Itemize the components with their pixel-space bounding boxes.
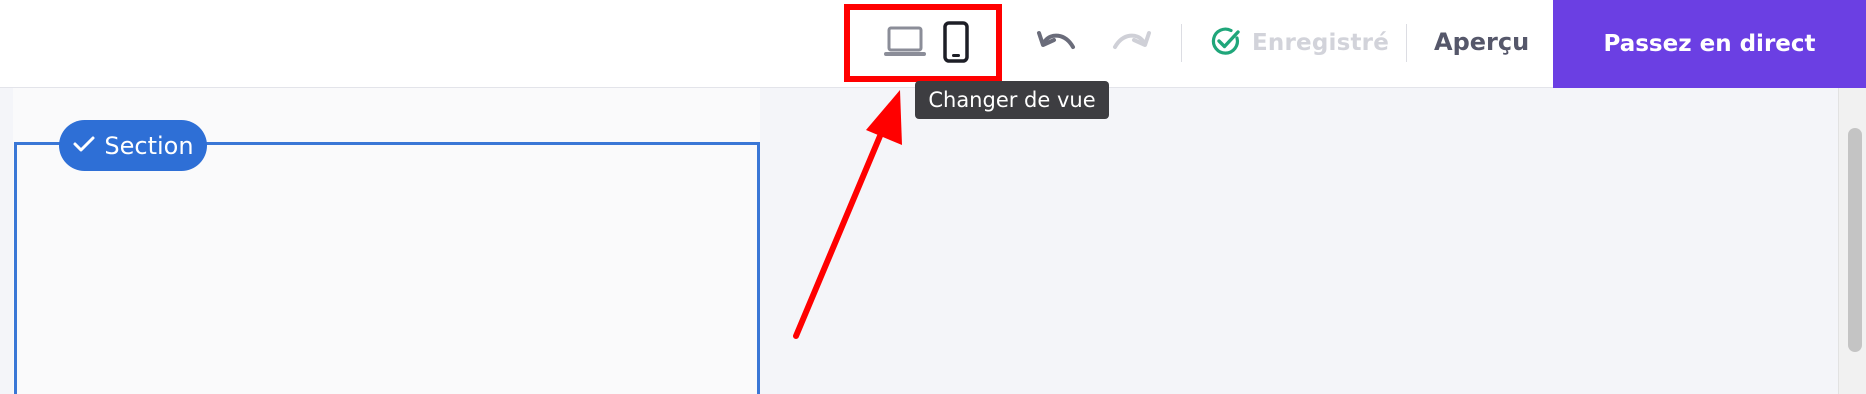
toolbar-divider <box>1181 24 1182 62</box>
desktop-view-button[interactable] <box>880 24 930 64</box>
undo-button[interactable] <box>1034 24 1078 64</box>
view-toggle-group <box>844 4 1002 82</box>
vertical-scrollbar[interactable] <box>1838 88 1866 394</box>
undo-icon <box>1035 27 1077 61</box>
section-badge-label: Section <box>104 131 194 160</box>
mobile-view-button[interactable] <box>938 21 974 67</box>
view-toggle-tooltip: Changer de vue <box>915 81 1109 119</box>
scrollbar-thumb[interactable] <box>1848 128 1862 352</box>
laptop-icon <box>882 25 928 63</box>
check-circle-icon <box>1210 25 1242 61</box>
check-icon <box>72 132 96 160</box>
preview-button[interactable]: Aperçu <box>1434 22 1529 62</box>
save-status-label: Enregistré <box>1252 30 1390 56</box>
publish-button[interactable]: Passez en direct <box>1553 0 1866 88</box>
toolbar-divider <box>1406 24 1407 62</box>
editor-toolbar: Enregistré Aperçu Passez en direct <box>0 0 1866 88</box>
section-outline[interactable] <box>14 142 760 394</box>
save-status: Enregistré <box>1210 25 1389 61</box>
redo-icon <box>1111 27 1153 61</box>
redo-button[interactable] <box>1110 24 1154 64</box>
smartphone-icon <box>942 21 970 67</box>
section-badge[interactable]: Section <box>59 120 207 171</box>
